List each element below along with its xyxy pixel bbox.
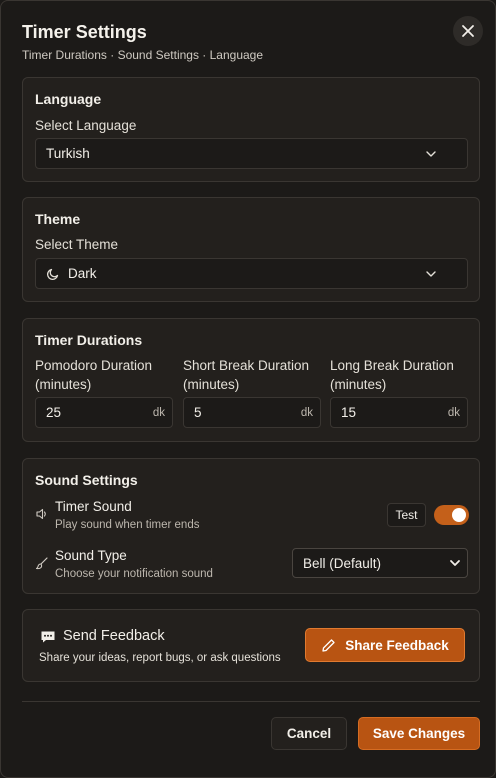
language-card-title: Language (35, 91, 102, 107)
theme-select-value: Dark (68, 266, 97, 281)
language-select-value: Turkish (46, 146, 90, 161)
feedback-card: Send Feedback Share your ideas, report b… (22, 609, 480, 682)
sound-type-title: Sound Type (55, 548, 127, 563)
short-break-duration-value: 5 (194, 405, 202, 420)
timer-settings-dialog: Timer Settings Timer Durations · Sound S… (0, 0, 496, 778)
language-select[interactable]: Turkish (35, 138, 468, 169)
share-feedback-button[interactable]: Share Feedback (305, 628, 465, 662)
cancel-button[interactable]: Cancel (271, 717, 347, 750)
chevron-down-icon (426, 271, 436, 277)
pomodoro-duration-value: 25 (46, 405, 62, 420)
share-feedback-label: Share Feedback (345, 637, 449, 653)
short-break-duration-input[interactable]: 5 dk (183, 397, 321, 428)
theme-card-title: Theme (35, 211, 81, 227)
chevron-down-icon (450, 560, 460, 566)
sound-settings-title: Sound Settings (35, 472, 138, 488)
sound-type-value: Bell (Default) (303, 555, 382, 571)
pomodoro-duration-label: Pomodoro Duration (minutes) (35, 356, 152, 394)
select-theme-label: Select Theme (35, 237, 119, 252)
pencil-icon (322, 638, 335, 652)
dialog-header: Timer Settings Timer Durations · Sound S… (22, 21, 475, 63)
pomodoro-unit: dk (152, 406, 165, 419)
footer-divider (22, 701, 480, 702)
long-break-label-line1: Long Break Duration (330, 358, 454, 373)
long-break-label-line2: (minutes) (330, 377, 387, 392)
save-changes-button[interactable]: Save Changes (358, 717, 480, 750)
theme-card: Theme Select Theme Dark (22, 197, 480, 302)
timer-durations-card: Timer Durations Pomodoro Duration (minut… (22, 318, 480, 442)
feedback-description: Share your ideas, report bugs, or ask qu… (39, 652, 281, 664)
theme-select[interactable]: Dark (35, 258, 468, 289)
sound-settings-card: Sound Settings Timer Sound Play sound wh… (22, 458, 480, 594)
long-break-duration-value: 15 (341, 405, 357, 420)
speaker-icon (36, 508, 46, 520)
timer-sound-title: Timer Sound (55, 499, 132, 514)
toggle-knob (452, 508, 466, 522)
short-break-label-line2: (minutes) (183, 377, 240, 392)
long-break-unit: dk (447, 406, 460, 419)
pomodoro-label-line1: Pomodoro Duration (35, 358, 153, 373)
timer-sound-description: Play sound when timer ends (55, 519, 200, 531)
short-break-duration-label: Short Break Duration (minutes) (183, 356, 309, 394)
breadcrumb: Timer Durations · Sound Settings · Langu… (22, 48, 264, 62)
language-card: Language Select Language Turkish (22, 77, 480, 182)
short-break-label-line1: Short Break Duration (183, 358, 310, 373)
test-sound-button[interactable]: Test (387, 503, 426, 527)
timer-sound-toggle[interactable] (434, 505, 469, 525)
short-break-unit: dk (300, 406, 313, 419)
sound-type-select[interactable]: Bell (Default) (292, 548, 468, 578)
long-break-duration-label: Long Break Duration (minutes) (330, 356, 454, 394)
close-button[interactable] (453, 16, 483, 46)
pomodoro-duration-input[interactable]: 25 dk (35, 397, 173, 428)
close-icon (462, 25, 474, 37)
select-language-label: Select Language (35, 118, 137, 133)
sound-type-description: Choose your notification sound (55, 568, 213, 580)
chat-bubble-icon (41, 631, 55, 643)
chevron-down-icon (426, 151, 436, 157)
brush-icon (35, 557, 48, 570)
feedback-title: Send Feedback (63, 628, 165, 644)
moon-icon (46, 268, 59, 280)
timer-durations-title: Timer Durations (35, 332, 143, 348)
dialog-title: Timer Settings (22, 22, 147, 42)
long-break-duration-input[interactable]: 15 dk (330, 397, 468, 428)
pomodoro-label-line2: (minutes) (35, 377, 92, 392)
